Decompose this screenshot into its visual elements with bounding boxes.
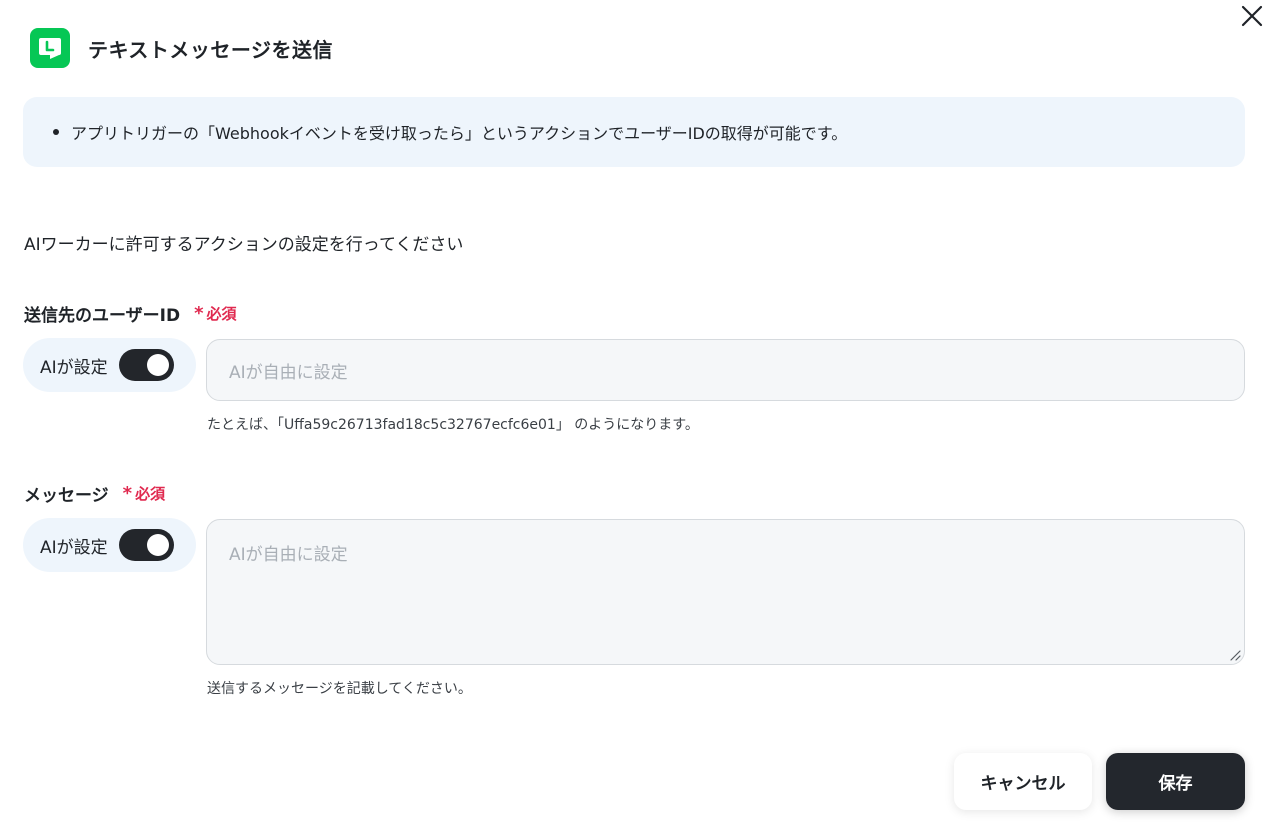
save-button[interactable]: 保存 (1106, 753, 1245, 810)
field-label-user-id: 送信先のユーザーID * 必須 (24, 301, 237, 326)
message-textarea[interactable]: AIが自由に設定 (206, 519, 1245, 665)
required-badge: * 必須 (194, 303, 236, 324)
ai-setting-pill-message: AIが設定 (23, 518, 196, 572)
info-text: アプリトリガーの「Webhookイベントを受け取ったら」というアクションでユーザ… (71, 124, 848, 143)
required-badge: * 必須 (123, 483, 165, 504)
required-label: 必須 (206, 305, 237, 323)
dialog-title: テキストメッセージを送信 (88, 37, 333, 62)
asterisk-icon: * (122, 483, 133, 504)
asterisk-icon: * (194, 303, 204, 324)
close-button[interactable] (1238, 2, 1266, 30)
user-id-placeholder: AIが自由に設定 (229, 362, 348, 383)
required-label: 必須 (135, 485, 166, 503)
ai-setting-toggle-message[interactable] (118, 529, 174, 561)
line-icon (30, 28, 70, 68)
ai-setting-label: AIが設定 (40, 357, 108, 378)
field-label-text: メッセージ (24, 486, 109, 506)
user-id-input[interactable]: AIが自由に設定 (206, 339, 1245, 401)
ai-setting-pill-user-id: AIが設定 (23, 338, 196, 392)
close-icon (1241, 5, 1263, 27)
section-intro: AIワーカーに許可するアクションの設定を行ってください (24, 235, 464, 255)
field-label-message: メッセージ * 必須 (24, 481, 165, 506)
field-label-text: 送信先のユーザーID (24, 306, 181, 326)
ai-setting-toggle-user-id[interactable] (118, 349, 174, 381)
dialog-header: テキストメッセージを送信 (30, 28, 333, 68)
message-placeholder: AIが自由に設定 (229, 545, 348, 565)
user-id-helper: たとえば、「Uffa59c26713fad18c5c32767ecfc6e01」… (207, 417, 699, 433)
cancel-button[interactable]: キャンセル (954, 753, 1092, 810)
ai-setting-label: AIが設定 (40, 537, 108, 558)
bullet-icon (53, 129, 59, 135)
toggle-knob (146, 354, 169, 376)
info-banner: アプリトリガーの「Webhookイベントを受け取ったら」というアクションでユーザ… (23, 97, 1245, 167)
resize-handle-icon[interactable] (1229, 649, 1241, 661)
toggle-knob (146, 534, 169, 556)
message-helper: 送信するメッセージを記載してください。 (207, 681, 472, 697)
